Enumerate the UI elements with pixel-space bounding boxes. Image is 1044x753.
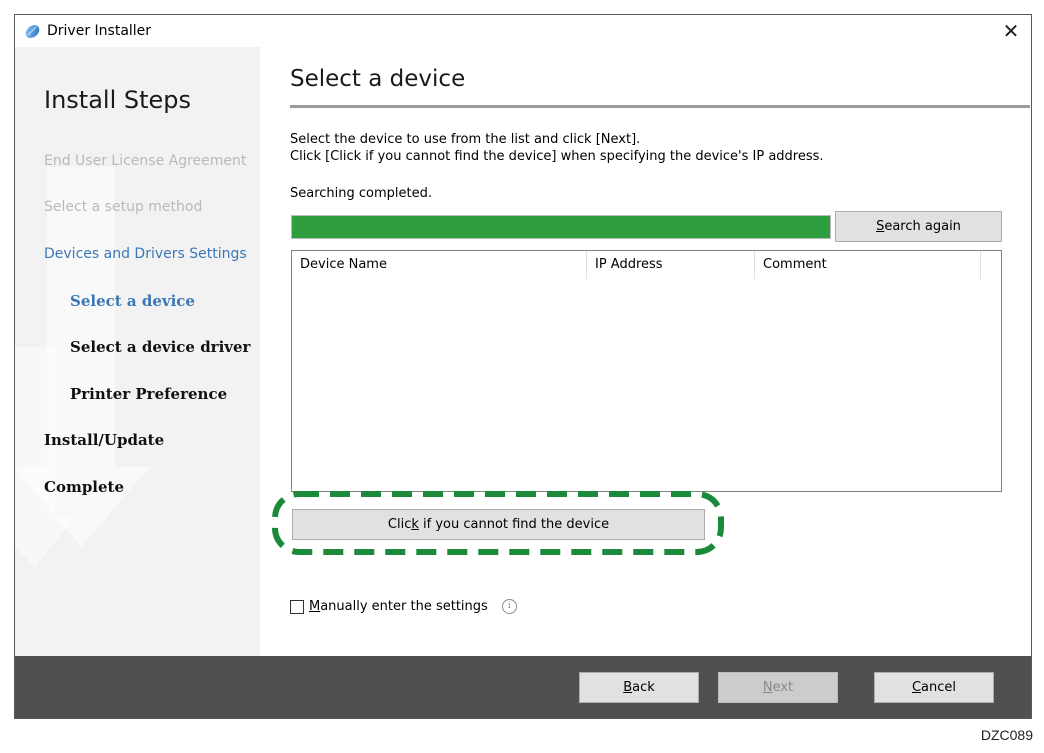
app-icon bbox=[25, 25, 40, 38]
manual-settings-checkbox[interactable] bbox=[290, 599, 304, 614]
close-button[interactable]: ✕ bbox=[997, 17, 1025, 45]
step-setup-method: Select a setup method bbox=[44, 199, 203, 215]
title-divider bbox=[290, 105, 1030, 108]
column-device-name[interactable]: Device Name bbox=[292, 251, 587, 279]
step-select-driver: Select a device driver bbox=[70, 338, 251, 356]
column-comment[interactable]: Comment bbox=[755, 251, 981, 279]
close-icon: ✕ bbox=[1002, 19, 1020, 43]
page-title: Select a device bbox=[290, 66, 466, 92]
device-list-table[interactable]: Device Name IP Address Comment bbox=[291, 250, 1002, 492]
step-eula: End User License Agreement bbox=[44, 153, 247, 169]
footer-bar: Back Next Cancel bbox=[15, 656, 1031, 718]
sidebar-title: Install Steps bbox=[44, 86, 192, 114]
window-title: Driver Installer bbox=[47, 23, 152, 39]
driver-installer-window: Driver Installer ✕ Install Steps End Use… bbox=[14, 14, 1032, 719]
step-devices-drivers: Devices and Drivers Settings bbox=[44, 246, 247, 262]
install-steps-sidebar: Install Steps End User License Agreement… bbox=[15, 47, 260, 656]
step-install-update: Install/Update bbox=[44, 431, 165, 449]
cancel-button[interactable]: Cancel bbox=[874, 672, 994, 703]
title-bar: Driver Installer ✕ bbox=[15, 15, 1031, 46]
step-printer-preference: Printer Preference bbox=[70, 385, 228, 403]
main-panel: Select a device Select the device to use… bbox=[260, 47, 1031, 656]
search-again-button[interactable]: Search again bbox=[835, 211, 1002, 242]
search-status: Searching completed. bbox=[290, 186, 433, 201]
step-select-device: Select a device bbox=[70, 292, 195, 310]
instruction-line-2: Click [Click if you cannot find the devi… bbox=[290, 149, 824, 164]
instruction-line-1: Select the device to use from the list a… bbox=[290, 132, 641, 147]
table-header: Device Name IP Address Comment bbox=[292, 251, 981, 279]
info-icon[interactable]: i bbox=[501, 599, 517, 614]
figure-code: DZC089 bbox=[980, 727, 1033, 743]
next-button[interactable]: Next bbox=[718, 672, 838, 703]
instructions: Select the device to use from the list a… bbox=[290, 131, 824, 165]
step-complete: Complete bbox=[44, 478, 125, 496]
manual-settings-row[interactable]: Manually enter the settings i bbox=[290, 599, 517, 614]
search-progress-bar bbox=[291, 215, 831, 239]
progress-fill bbox=[292, 216, 830, 238]
cannot-find-device-button[interactable]: Click if you cannot find the device bbox=[292, 509, 705, 540]
back-button[interactable]: Back bbox=[579, 672, 699, 703]
column-ip-address[interactable]: IP Address bbox=[587, 251, 755, 279]
manual-settings-label[interactable]: Manually enter the settings bbox=[309, 599, 488, 614]
